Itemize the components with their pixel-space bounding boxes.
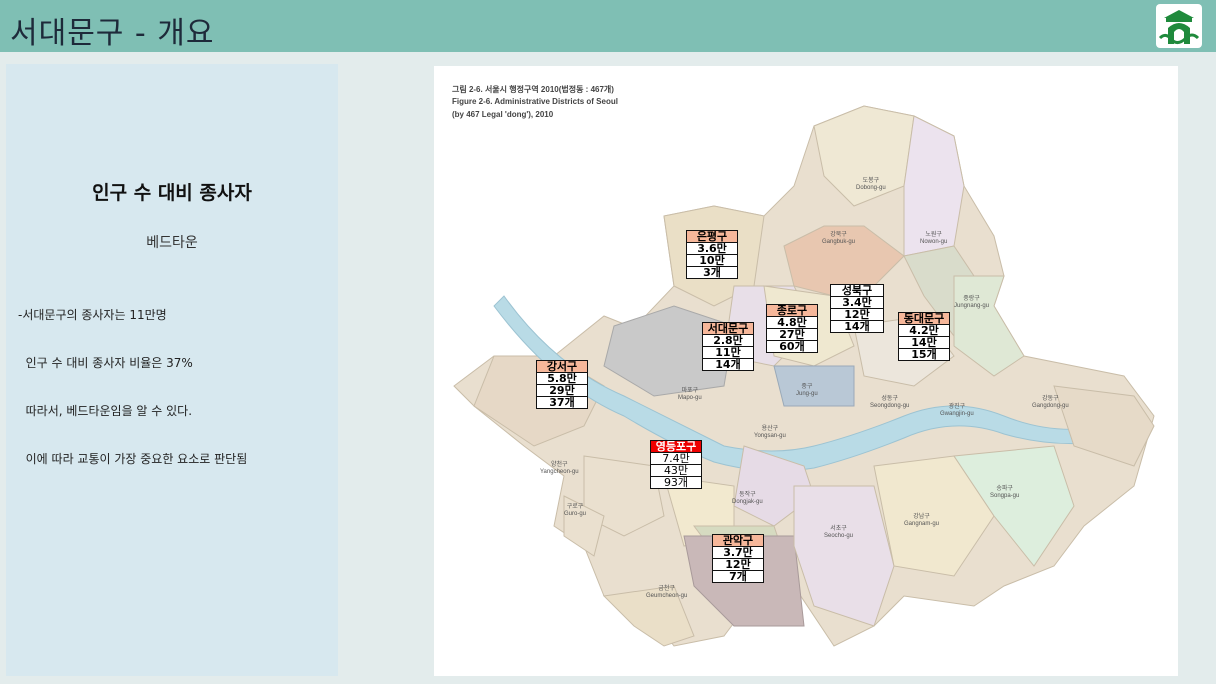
seoul-district-map: 그림 2-6. 서울시 행정구역 2010(법정동 : 467개) Figure… <box>434 66 1178 676</box>
info-box-workers: 14만 <box>899 336 949 348</box>
info-box-count: 93개 <box>651 476 701 488</box>
info-box-count: 14개 <box>831 320 883 332</box>
info-box-workers: 10만 <box>687 254 737 266</box>
info-box-population: 3.7만 <box>713 546 763 558</box>
info-box-population: 3.6만 <box>687 242 737 254</box>
info-box-name: 강서구 <box>537 361 587 372</box>
info-box-workers: 43만 <box>651 464 701 476</box>
district-label: 강남구 Gangnam-gu <box>904 514 940 527</box>
info-box-workers: 12만 <box>831 308 883 320</box>
info-box-dongdaemun: 동대문구 4.2만 14만 15개 <box>898 312 950 361</box>
district-label: 강동구 Gangdong-gu <box>1032 396 1069 409</box>
info-box-workers: 27만 <box>767 328 817 340</box>
district-label: 중구 Jung-gu <box>796 384 818 397</box>
summary-line: -서대문구의 종사자는 11만명 <box>18 308 167 322</box>
district-label: 강북구 Gangbuk-gu <box>822 232 856 245</box>
district-label: 구로구 Guro-gu <box>564 504 587 517</box>
info-box-count: 14개 <box>703 358 753 370</box>
section-heading: 인구 수 대비 종사자 <box>92 182 252 204</box>
info-box-count: 15개 <box>899 348 949 360</box>
info-box-gangseo: 강서구 5.8만 29만 37개 <box>536 360 588 409</box>
summary-line: 인구 수 대비 종사자 비율은 37% <box>18 356 193 370</box>
info-box-name: 종로구 <box>767 305 817 316</box>
info-box-population: 2.8만 <box>703 334 753 346</box>
page-title: 서대문구 - 개요 <box>10 16 215 51</box>
district-label: 도봉구 Dobong-gu <box>856 178 886 191</box>
district-label: 서초구 Seocho-gu <box>824 526 854 539</box>
district-label: 송파구 Songpa-gu <box>990 486 1020 499</box>
info-box-workers: 29만 <box>537 384 587 396</box>
info-box-name: 서대문구 <box>703 323 753 334</box>
summary-text: -서대문구의 종사자는 11만명 인구 수 대비 종사자 비율은 37% 따라서… <box>18 275 247 499</box>
district-label: 성동구 Seongdong-gu <box>870 396 910 409</box>
info-box-name: 은평구 <box>687 231 737 242</box>
district-label: 중랑구 Jungnang-gu <box>954 296 990 309</box>
info-box-eunpyeong: 은평구 3.6만 10만 3개 <box>686 230 738 279</box>
info-box-name: 동대문구 <box>899 313 949 324</box>
info-box-gwanak: 관악구 3.7만 12만 7개 <box>712 534 764 583</box>
info-box-count: 37개 <box>537 396 587 408</box>
info-box-count: 3개 <box>687 266 737 278</box>
info-box-count: 60개 <box>767 340 817 352</box>
info-box-jongno: 종로구 4.8만 27만 60개 <box>766 304 818 353</box>
summary-panel: 인구 수 대비 종사자 베드타운 -서대문구의 종사자는 11만명 인구 수 대… <box>6 64 338 676</box>
info-box-workers: 11만 <box>703 346 753 358</box>
district-label: 노원구 Nowon-gu <box>920 232 948 245</box>
info-box-count: 7개 <box>713 570 763 582</box>
section-subheading: 베드타운 <box>146 235 198 251</box>
district-label: 동작구 Dongjak-gu <box>732 492 763 505</box>
info-box-seodaemun: 서대문구 2.8만 11만 14개 <box>702 322 754 371</box>
info-box-population: 3.4만 <box>831 296 883 308</box>
info-box-name: 관악구 <box>713 535 763 546</box>
summary-line: 따라서, 베드타운임을 알 수 있다. <box>18 404 193 418</box>
info-box-population: 4.8만 <box>767 316 817 328</box>
info-box-population: 7.4만 <box>651 452 701 464</box>
info-box-name: 성북구 <box>841 285 873 296</box>
info-box-yeongdeungpo: 영등포구 7.4만 43만 93개 <box>650 440 702 489</box>
district-label: 양천구 Yangcheon-gu <box>540 462 579 475</box>
info-box-population: 4.2만 <box>899 324 949 336</box>
summary-line: 이에 따라 교통이 가장 중요한 요소로 판단됨 <box>18 452 248 466</box>
district-label: 마포구 Mapo-gu <box>678 388 702 401</box>
info-box-name: 영등포구 <box>651 441 701 452</box>
info-box-population: 5.8만 <box>537 372 587 384</box>
district-label: 용산구 Yongsan-gu <box>754 426 786 439</box>
district-label: 금천구 Geumcheon-gu <box>646 586 688 599</box>
header-bar: 서대문구 - 개요 <box>0 0 1216 52</box>
gate-logo-icon <box>1156 4 1202 48</box>
district-label: 광진구 Gwangjin-gu <box>940 404 974 417</box>
info-box-seongbuk: 성북구 3.4만 12만 14개 <box>830 284 884 333</box>
info-box-workers: 12만 <box>713 558 763 570</box>
